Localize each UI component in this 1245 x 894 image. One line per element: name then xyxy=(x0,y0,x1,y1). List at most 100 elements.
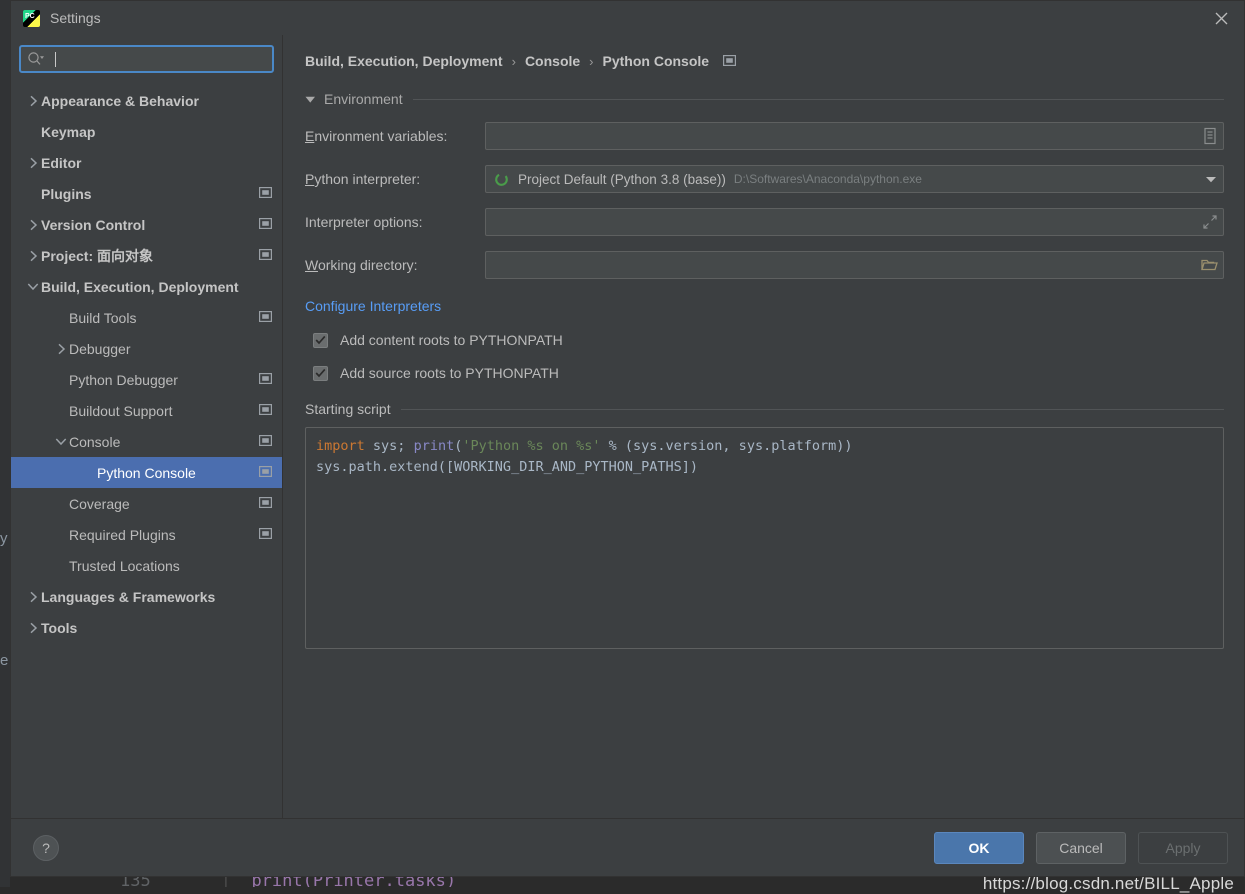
sidebar-item-coverage[interactable]: Coverage xyxy=(11,488,282,519)
python-interpreter-path: D:\Softwares\Anaconda\python.exe xyxy=(734,172,922,186)
code-token-keyword: import xyxy=(316,438,365,454)
project-scope-icon xyxy=(723,53,736,69)
search-container xyxy=(11,45,282,83)
background-text-fragment-lower: e xyxy=(0,652,8,669)
watermark: https://blog.csdn.net/BILL_Apple xyxy=(983,874,1234,894)
background-gutter xyxy=(0,0,10,887)
dialog-body: Appearance & Behavior Keymap Editor Plugins… xyxy=(11,35,1244,818)
search-icon xyxy=(27,51,45,67)
interpreter-options-field[interactable] xyxy=(485,208,1224,236)
project-scope-icon xyxy=(259,526,272,544)
sidebar-item-label: Python Debugger xyxy=(69,372,253,388)
code-token-function: print xyxy=(414,438,455,454)
sidebar-item-label: Console xyxy=(69,434,253,450)
chevron-right-icon[interactable] xyxy=(25,622,41,634)
chevron-right-icon[interactable] xyxy=(25,157,41,169)
sidebar-item-python-console[interactable]: Python Console xyxy=(11,457,282,488)
chevron-right-icon[interactable] xyxy=(25,591,41,603)
project-scope-icon xyxy=(259,185,272,203)
sidebar-item-build-execution-deployment[interactable]: Build, Execution, Deployment xyxy=(11,271,282,302)
sidebar-item-project[interactable]: Project: 面向对象 xyxy=(11,240,282,271)
background-text-fragment-upper: y xyxy=(0,530,8,547)
python-interpreter-row: Python interpreter: Project Default (Pyt… xyxy=(305,164,1224,194)
sidebar-item-trusted-locations[interactable]: Trusted Locations xyxy=(11,550,282,581)
sidebar-item-appearance-behavior[interactable]: Appearance & Behavior xyxy=(11,85,282,116)
sidebar-item-label: Buildout Support xyxy=(69,403,253,419)
starting-script-editor[interactable]: import sys; print('Python %s on %s' % (s… xyxy=(305,427,1224,649)
sidebar-item-label: Appearance & Behavior xyxy=(41,93,272,109)
checkbox-add-content-roots[interactable] xyxy=(313,333,328,348)
environment-section-header[interactable]: Environment xyxy=(305,91,1224,107)
python-interpreter-label: Python interpreter: xyxy=(305,171,485,187)
chevron-right-icon[interactable] xyxy=(25,219,41,231)
chevron-down-icon[interactable] xyxy=(25,282,41,291)
close-icon[interactable] xyxy=(1198,1,1244,35)
project-scope-icon xyxy=(259,433,272,451)
search-input[interactable] xyxy=(56,52,266,67)
sidebar-item-keymap[interactable]: Keymap xyxy=(11,116,282,147)
breadcrumb-item[interactable]: Python Console xyxy=(603,53,710,69)
sidebar-item-python-debugger[interactable]: Python Debugger xyxy=(11,364,282,395)
dialog-footer: ? OKCancelApply https://blog.csdn.net/BI… xyxy=(11,818,1244,876)
breadcrumb: Build, Execution, Deployment›Console›Pyt… xyxy=(305,53,1224,69)
sidebar-item-label: Editor xyxy=(41,155,272,171)
ok-button[interactable]: OK xyxy=(934,832,1024,864)
settings-tree: Appearance & Behavior Keymap Editor Plugins… xyxy=(11,83,282,818)
chevron-down-icon[interactable] xyxy=(53,437,69,446)
sidebar-item-label: Project: 面向对象 xyxy=(41,246,253,266)
sidebar-item-plugins[interactable]: Plugins xyxy=(11,178,282,209)
sidebar-item-version-control[interactable]: Version Control xyxy=(11,209,282,240)
chevron-right-icon[interactable] xyxy=(25,250,41,262)
cancel-button[interactable]: Cancel xyxy=(1036,832,1126,864)
sidebar-item-label: Debugger xyxy=(69,341,272,357)
sidebar-item-tools[interactable]: Tools xyxy=(11,612,282,643)
sidebar-item-label: Version Control xyxy=(41,217,253,233)
chevron-down-icon[interactable] xyxy=(1203,174,1219,184)
working-directory-field[interactable] xyxy=(485,251,1224,279)
search-box[interactable] xyxy=(19,45,274,73)
help-button[interactable]: ? xyxy=(33,835,59,861)
section-divider xyxy=(413,99,1224,100)
settings-dialog: Settings xyxy=(10,0,1245,877)
pycharm-icon xyxy=(23,10,40,27)
sidebar-item-required-plugins[interactable]: Required Plugins xyxy=(11,519,282,550)
project-scope-icon xyxy=(259,495,272,513)
code-token-plain: sys.path.extend([WORKING_DIR_AND_PYTHON_… xyxy=(316,459,698,475)
project-scope-icon xyxy=(259,402,272,420)
settings-detail-pane: Build, Execution, Deployment›Console›Pyt… xyxy=(283,35,1244,818)
starting-script-header: Starting script xyxy=(305,401,1224,417)
triangle-down-icon[interactable] xyxy=(305,95,316,104)
expand-arrows-icon[interactable] xyxy=(1201,213,1219,231)
configure-interpreters-link[interactable]: Configure Interpreters xyxy=(305,298,441,314)
breadcrumb-item[interactable]: Build, Execution, Deployment xyxy=(305,53,503,69)
project-scope-icon xyxy=(259,309,272,327)
sidebar-item-label: Tools xyxy=(41,620,272,636)
sidebar-item-languages-frameworks[interactable]: Languages & Frameworks xyxy=(11,581,282,612)
interpreter-options-label: Interpreter options: xyxy=(305,214,485,230)
sidebar-item-debugger[interactable]: Debugger xyxy=(11,333,282,364)
checkbox-row[interactable]: Add content roots to PYTHONPATH xyxy=(305,326,1224,354)
code-line: sys.path.extend([WORKING_DIR_AND_PYTHON_… xyxy=(316,457,1213,478)
chevron-right-icon[interactable] xyxy=(53,343,69,355)
project-scope-icon xyxy=(259,371,272,389)
environment-variables-field[interactable] xyxy=(485,122,1224,150)
pythonpath-checkbox-list: Add content roots to PYTHONPATH Add sourc… xyxy=(305,326,1224,387)
sidebar-item-buildout-support[interactable]: Buildout Support xyxy=(11,395,282,426)
code-token-string: 'Python %s on %s' xyxy=(462,438,600,454)
sidebar-item-build-tools[interactable]: Build Tools xyxy=(11,302,282,333)
code-line: import sys; print('Python %s on %s' % (s… xyxy=(316,436,1213,457)
dialog-titlebar: Settings xyxy=(11,1,1244,35)
folder-icon[interactable] xyxy=(1200,257,1219,273)
code-token-plain: sys; xyxy=(365,438,414,454)
working-directory-label: Working directory: xyxy=(305,257,485,273)
python-interpreter-dropdown[interactable]: Project Default (Python 3.8 (base)) D:\S… xyxy=(485,165,1224,193)
sidebar-item-label: Python Console xyxy=(97,465,253,481)
list-edit-icon[interactable] xyxy=(1201,126,1219,146)
sidebar-item-editor[interactable]: Editor xyxy=(11,147,282,178)
breadcrumb-item[interactable]: Console xyxy=(525,53,580,69)
checkbox-add-source-roots[interactable] xyxy=(313,366,328,381)
settings-sidebar: Appearance & Behavior Keymap Editor Plugins… xyxy=(11,35,283,818)
checkbox-row[interactable]: Add source roots to PYTHONPATH xyxy=(305,359,1224,387)
sidebar-item-console[interactable]: Console xyxy=(11,426,282,457)
chevron-right-icon[interactable] xyxy=(25,95,41,107)
